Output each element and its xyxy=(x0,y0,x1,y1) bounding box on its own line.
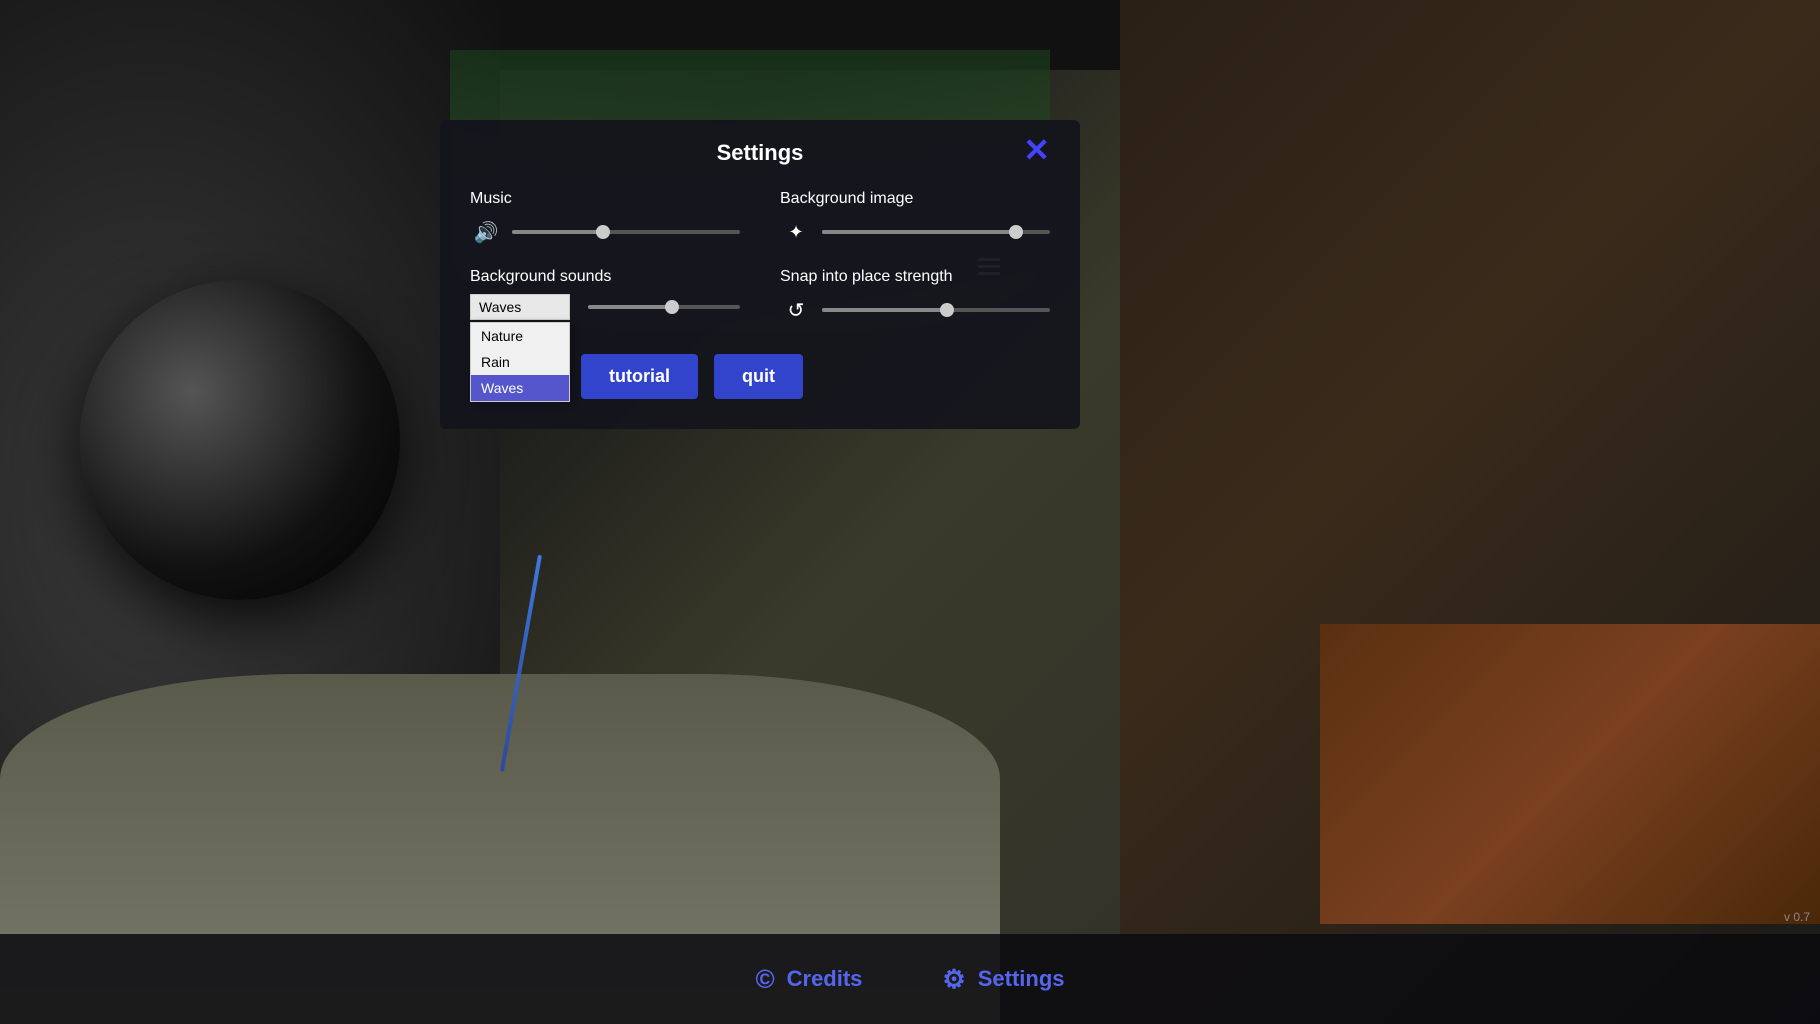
volume-icon: 🔊 xyxy=(470,216,502,248)
music-slider[interactable] xyxy=(512,230,740,234)
bg-image-slider-fill xyxy=(822,230,1016,234)
sounds-row: Waves Nature Rain Waves xyxy=(470,294,740,320)
sounds-option-waves[interactable]: Waves xyxy=(471,375,569,401)
snap-strength-section: Snap into place strength ↺ xyxy=(780,268,1050,326)
sphere-object xyxy=(80,280,400,600)
version-label: v 0.7 xyxy=(1784,910,1810,924)
sounds-slider[interactable] xyxy=(588,305,740,309)
tutorial-button[interactable]: tutorial xyxy=(581,354,698,399)
settings-grid: Music 🔊 Background image ✦ Back xyxy=(470,190,1050,326)
bottom-bar: © Credits ⚙ Settings xyxy=(0,934,1820,1024)
sounds-slider-fill xyxy=(588,305,672,309)
snap-slider-thumb[interactable] xyxy=(940,303,954,317)
snap-icon: ↺ xyxy=(780,294,812,326)
background-sounds-section: Background sounds Waves Nature Rain Wave… xyxy=(470,268,740,326)
snap-strength-label: Snap into place strength xyxy=(780,268,1050,286)
music-control: 🔊 xyxy=(470,216,740,248)
modal-header: Settings ✕ xyxy=(470,140,1050,166)
sounds-dropdown[interactable]: Waves xyxy=(470,294,570,320)
sounds-dropdown-options: Nature Rain Waves xyxy=(470,322,570,402)
quit-button[interactable]: quit xyxy=(714,354,803,399)
background-image-section: Background image ✦ xyxy=(780,190,1050,248)
credits-label: Credits xyxy=(787,966,863,992)
music-section: Music 🔊 xyxy=(470,190,740,248)
music-label: Music xyxy=(470,190,740,208)
snap-strength-control: ↺ xyxy=(780,294,1050,326)
bg-deck xyxy=(1320,624,1820,924)
sounds-option-rain[interactable]: Rain xyxy=(471,349,569,375)
background-sounds-label: Background sounds xyxy=(470,268,740,286)
background-image-control: ✦ xyxy=(780,216,1050,248)
settings-label: Settings xyxy=(978,966,1065,992)
close-button[interactable]: ✕ xyxy=(1023,134,1050,166)
background-image-label: Background image xyxy=(780,190,1050,208)
music-slider-fill xyxy=(512,230,603,234)
settings-modal: Settings ✕ Music 🔊 Background image ✦ xyxy=(440,120,1080,429)
modal-title: Settings xyxy=(717,140,804,166)
music-slider-thumb[interactable] xyxy=(596,225,610,239)
bg-image-slider-thumb[interactable] xyxy=(1009,225,1023,239)
snap-slider[interactable] xyxy=(822,308,1050,312)
credits-button[interactable]: © Credits xyxy=(755,964,862,995)
bg-image-slider[interactable] xyxy=(822,230,1050,234)
sounds-dropdown-wrapper: Waves Nature Rain Waves xyxy=(470,294,570,320)
settings-gear-icon: ⚙ xyxy=(942,964,965,995)
snap-slider-fill xyxy=(822,308,947,312)
brightness-icon: ✦ xyxy=(780,216,812,248)
sounds-option-nature[interactable]: Nature xyxy=(471,323,569,349)
sounds-slider-thumb[interactable] xyxy=(665,300,679,314)
credits-icon: © xyxy=(755,964,774,995)
settings-button[interactable]: ⚙ Settings xyxy=(942,964,1064,995)
